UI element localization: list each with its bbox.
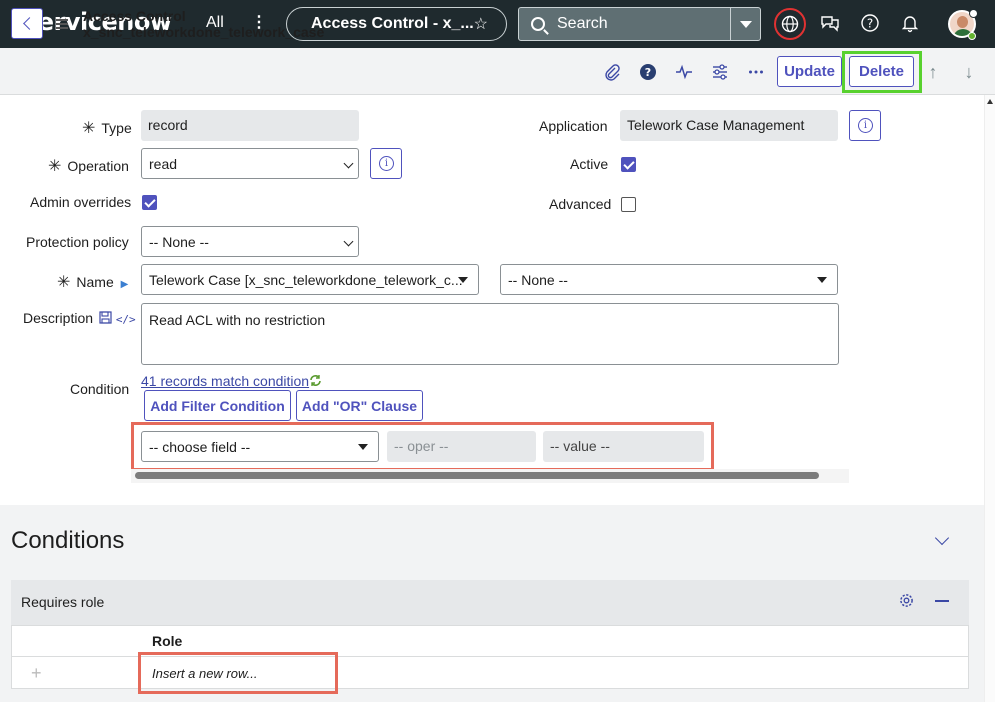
add-row-plus-icon[interactable]: + xyxy=(31,663,42,684)
records-match-link[interactable]: 41 records match condition xyxy=(141,373,309,389)
admin-overrides-label: Admin overrides xyxy=(30,194,132,210)
operation-select[interactable]: read xyxy=(141,148,359,179)
condition-row-highlight-box xyxy=(131,422,714,471)
application-info-button[interactable]: i xyxy=(849,110,881,141)
delete-highlight-box xyxy=(842,51,922,93)
add-or-clause-button[interactable]: Add "OR" Clause xyxy=(296,390,423,421)
chevron-down-icon xyxy=(343,236,354,247)
related-list-header xyxy=(11,580,969,625)
advanced-label: Advanced xyxy=(549,196,612,212)
name-expand-triangle-icon[interactable]: ▶ xyxy=(121,279,129,290)
refresh-count-icon[interactable] xyxy=(309,374,322,387)
protection-policy-label: Protection policy xyxy=(26,234,129,250)
type-label: ✳ Type xyxy=(82,120,132,137)
chat-icon[interactable] xyxy=(820,13,840,33)
info-icon: i xyxy=(858,118,873,133)
search-scope-dropdown[interactable] xyxy=(730,8,760,40)
horizontal-scrollbar-thumb[interactable] xyxy=(135,472,819,479)
help-icon[interactable]: ? xyxy=(860,13,880,33)
info-icon: i xyxy=(379,156,394,171)
operation-value: read xyxy=(149,156,178,172)
application-label: Application xyxy=(539,118,608,134)
favorite-star-icon[interactable]: ☆ xyxy=(474,14,488,34)
add-filter-condition-button[interactable]: Add Filter Condition xyxy=(144,390,291,421)
vertical-scrollbar[interactable] xyxy=(984,95,995,702)
advanced-checkbox[interactable] xyxy=(621,197,636,212)
back-button[interactable] xyxy=(11,8,43,39)
search-icon xyxy=(531,17,545,31)
activity-pulse-icon[interactable] xyxy=(675,63,693,81)
required-asterisk-icon: ✳ xyxy=(82,120,96,137)
required-asterisk-icon: ✳ xyxy=(57,274,71,291)
next-record-arrow-icon[interactable]: ↓ xyxy=(961,62,977,82)
dropdown-triangle-icon xyxy=(458,277,468,283)
related-list-title: Requires role xyxy=(21,594,105,610)
context-menu-icon[interactable] xyxy=(56,19,68,29)
protection-policy-value: -- None -- xyxy=(149,234,209,250)
name-field-select[interactable]: -- None -- xyxy=(500,264,838,295)
code-view-icon[interactable]: </> xyxy=(116,313,136,326)
name-label: ✳ Name ▶ xyxy=(57,274,129,291)
column-header-role[interactable]: Role xyxy=(152,633,182,649)
name-field-value: -- None -- xyxy=(508,272,568,288)
conditions-title: Conditions xyxy=(11,527,125,554)
description-label: Description </> xyxy=(23,310,136,327)
save-field-icon[interactable] xyxy=(99,311,112,327)
record-name: x_snc_teleworkdone_telework_case xyxy=(83,24,325,40)
more-options-icon[interactable] xyxy=(747,63,765,81)
collapse-list-icon[interactable] xyxy=(935,600,949,602)
previous-record-arrow-icon[interactable]: ↑ xyxy=(925,62,941,82)
active-label: Active xyxy=(570,156,609,172)
description-textarea[interactable]: Read ACL with no restriction xyxy=(141,303,839,365)
svg-text:?: ? xyxy=(867,17,873,31)
personalize-sliders-icon[interactable] xyxy=(711,63,729,81)
attachment-icon[interactable] xyxy=(603,63,621,81)
name-table-value: Telework Case [x_snc_teleworkdone_telewo… xyxy=(149,272,463,288)
operation-info-button[interactable]: i xyxy=(370,148,402,179)
update-button[interactable]: Update xyxy=(777,56,842,87)
global-search[interactable]: Search xyxy=(518,7,761,41)
protection-policy-select[interactable]: -- None -- xyxy=(141,226,359,257)
type-field: record xyxy=(141,110,359,141)
help-circle-icon[interactable]: ? xyxy=(639,63,657,81)
globe-icon[interactable] xyxy=(774,8,806,40)
required-asterisk-icon: ✳ xyxy=(48,158,62,175)
dropdown-triangle-icon xyxy=(817,277,827,283)
gear-icon[interactable] xyxy=(899,593,914,608)
condition-label: Condition xyxy=(70,381,130,397)
search-label: Search xyxy=(557,15,608,32)
avatar-badge xyxy=(969,9,978,18)
application-field: Telework Case Management xyxy=(620,110,838,141)
admin-overrides-checkbox[interactable] xyxy=(142,195,157,210)
form-title: Access Control xyxy=(83,8,186,24)
operation-label: ✳ Operation xyxy=(48,158,129,175)
current-tab-title: Access Control - x_... xyxy=(311,15,474,32)
insert-row-highlight-box xyxy=(138,652,338,694)
svg-text:?: ? xyxy=(645,66,651,79)
notification-bell-icon[interactable] xyxy=(900,13,920,33)
chevron-down-icon xyxy=(343,158,354,169)
name-table-select[interactable]: Telework Case [x_snc_teleworkdone_telewo… xyxy=(141,264,479,295)
online-status-dot xyxy=(968,32,976,40)
active-checkbox[interactable] xyxy=(621,157,636,172)
